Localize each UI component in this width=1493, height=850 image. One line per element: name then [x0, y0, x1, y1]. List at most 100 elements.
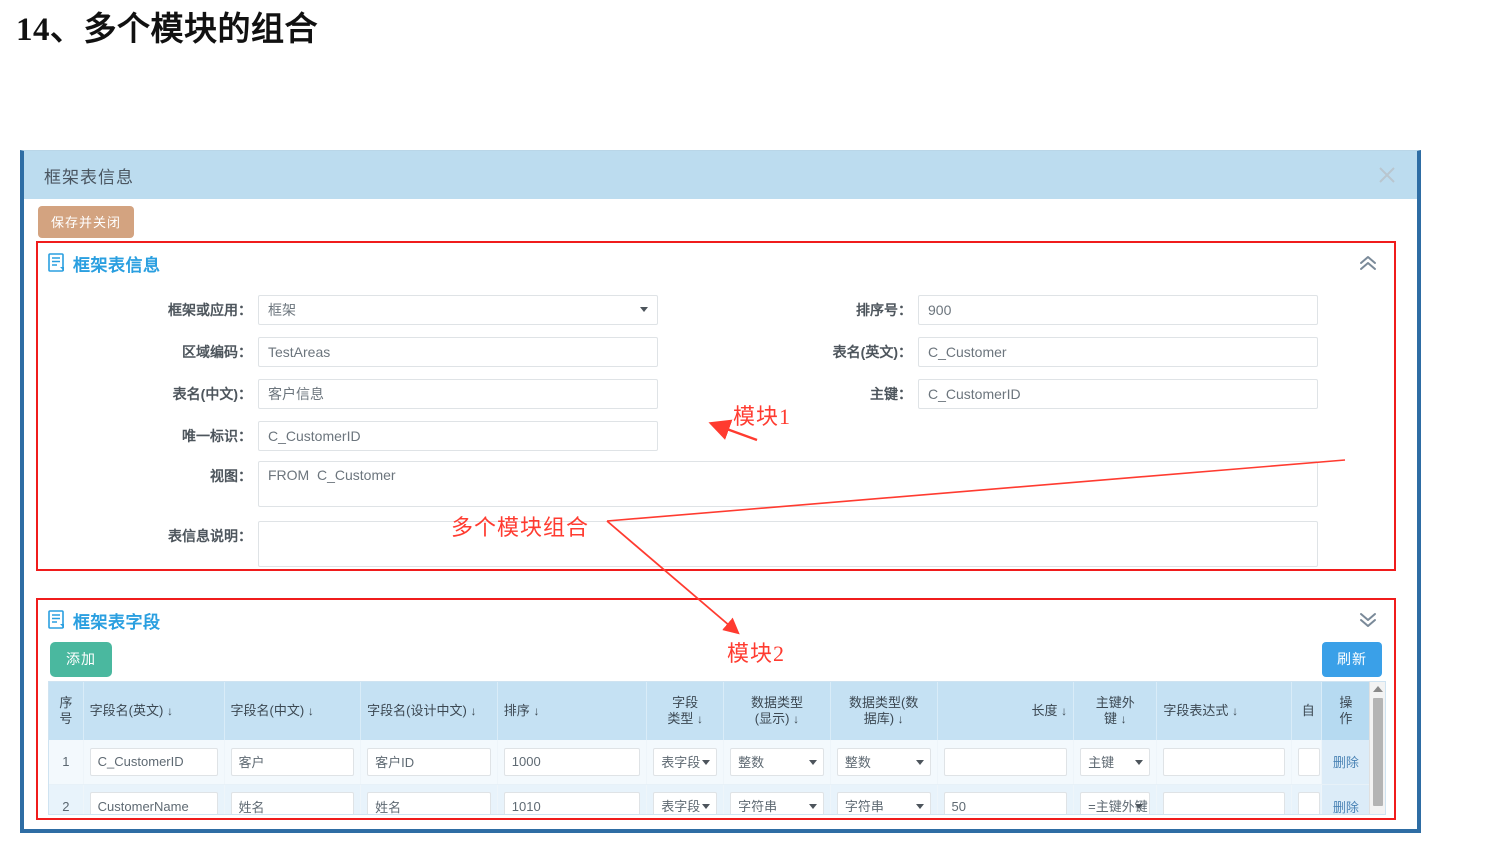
cell-field-type: 表字段	[646, 740, 725, 785]
chevron-down-icon	[702, 804, 711, 809]
row2-expression-input[interactable]	[1163, 792, 1285, 814]
frame-or-app-select[interactable]	[258, 295, 658, 325]
row2-dtype-display-select[interactable]: 字符串	[730, 792, 824, 814]
col-header-expression[interactable]: 字段表达式 ↓	[1156, 682, 1292, 740]
grid-vertical-scrollbar[interactable]	[1369, 682, 1385, 814]
col-header-name-design[interactable]: 字段名(设计中文) ↓	[360, 682, 498, 740]
annotation-module1: 模块1	[733, 404, 792, 429]
row1-auto-input[interactable]	[1297, 747, 1320, 776]
module1-section-header: 框架表信息	[38, 243, 1394, 283]
chevron-double-up-icon[interactable]	[1356, 251, 1380, 275]
cell-dtype-display: 整数	[723, 740, 831, 785]
cell-auto	[1291, 740, 1322, 785]
chevron-down-icon	[808, 804, 817, 809]
col-header-order[interactable]: 排序 ↓	[497, 682, 648, 740]
field-unique-id-label: 唯一标识：	[182, 428, 252, 444]
field-table-name-en-label: 表名(英文)：	[832, 344, 912, 360]
col-header-order-label: 排序	[503, 702, 530, 718]
sort-down-icon: ↓	[1232, 703, 1239, 718]
refresh-button[interactable]: 刷新	[1322, 642, 1382, 677]
row2-name-design-input[interactable]	[367, 792, 491, 814]
row2-dtype-db-select[interactable]: 字符串	[836, 792, 931, 814]
col-header-dtype-display[interactable]: 数据类型 (显示) ↓	[723, 682, 831, 740]
field-order-no-label: 排序号：	[856, 302, 912, 318]
col-header-dtype-db-label: 数据类型(数 据库)	[849, 694, 919, 726]
row2-name-cn-input[interactable]	[230, 792, 355, 814]
sort-down-icon: ↓	[166, 703, 173, 718]
scrollbar-thumb[interactable]	[1373, 698, 1383, 806]
page-title: 14、多个模块的组合	[16, 12, 318, 48]
chevron-down-icon	[702, 759, 711, 765]
field-table-name-en: 表名(英文)：	[698, 337, 1318, 367]
col-header-seq[interactable]: 序 号	[49, 682, 84, 740]
row2-pk-fk-select[interactable]: =主键外键	[1080, 792, 1151, 814]
row2-order-input[interactable]	[503, 792, 641, 814]
dialog-title: 框架表信息	[44, 167, 134, 187]
sort-down-icon: ↓	[470, 703, 477, 718]
row2-length-input[interactable]	[943, 792, 1068, 814]
field-table-desc: 表信息说明：	[38, 521, 1318, 567]
row1-order-input[interactable]	[503, 747, 641, 776]
row1-delete-link[interactable]: 删除	[1333, 755, 1359, 770]
col-header-pk-fk-label: 主键外 键	[1095, 694, 1135, 726]
table-desc-textarea[interactable]	[258, 521, 1318, 567]
cell-name-design	[360, 784, 498, 814]
primary-key-input[interactable]	[918, 379, 1318, 409]
row1-name-en-input[interactable]	[89, 747, 218, 776]
row1-length-input[interactable]	[943, 747, 1068, 776]
col-header-dtype-db[interactable]: 数据类型(数 据库) ↓	[830, 682, 938, 740]
row2-dtype-db-value: 字符串	[844, 799, 884, 814]
col-header-name-en[interactable]: 字段名(英文) ↓	[83, 682, 225, 740]
table-row: 1 表字段 整数 整数 主键 删除	[49, 740, 1372, 785]
row1-name-cn-input[interactable]	[230, 747, 355, 776]
col-header-auto-label: 自	[1301, 702, 1315, 718]
order-no-input[interactable]	[918, 295, 1318, 325]
col-header-operation-label: 操 作	[1339, 694, 1353, 726]
table-name-en-input[interactable]	[918, 337, 1318, 367]
field-order-no: 排序号：	[698, 295, 1318, 325]
row1-field-type-select[interactable]: 表字段	[653, 747, 718, 776]
area-code-input[interactable]	[258, 337, 658, 367]
row2-delete-link[interactable]: 删除	[1333, 800, 1359, 815]
cell-length	[937, 784, 1075, 814]
row2-field-type-select[interactable]: 表字段	[653, 792, 718, 814]
document-icon	[48, 610, 66, 630]
frame-or-app-input[interactable]	[258, 295, 658, 325]
scroll-up-arrow-icon[interactable]	[1372, 686, 1383, 692]
dialog-header: 框架表信息	[24, 151, 1417, 199]
close-icon[interactable]	[1375, 163, 1399, 187]
row1-dtype-db-select[interactable]: 整数	[836, 747, 931, 776]
grid-toolbar-right: 刷新	[1322, 642, 1382, 677]
cell-dtype-db: 字符串	[830, 784, 938, 814]
unique-id-input[interactable]	[258, 421, 658, 451]
row2-auto-input[interactable]	[1297, 792, 1320, 814]
row1-pk-fk-select[interactable]: 主键	[1080, 747, 1151, 776]
col-header-length[interactable]: 长度 ↓	[937, 682, 1075, 740]
cell-name-design	[360, 740, 498, 785]
sort-down-icon: ↓	[793, 712, 800, 726]
add-field-button[interactable]: 添加	[50, 642, 112, 677]
view-textarea[interactable]: FROM C_Customer	[258, 461, 1318, 507]
row1-expression-input[interactable]	[1163, 747, 1285, 776]
chevron-down-icon	[808, 759, 817, 765]
col-header-auto[interactable]: 自	[1291, 682, 1322, 740]
col-header-field-type[interactable]: 字段 类型 ↓	[646, 682, 725, 740]
chevron-double-down-icon[interactable]	[1356, 608, 1380, 632]
col-header-pk-fk[interactable]: 主键外 键 ↓	[1073, 682, 1158, 740]
dialog-toolbar: 保存并关闭	[24, 199, 1417, 241]
document-icon	[48, 253, 66, 273]
field-area-code-label: 区域编码：	[182, 344, 252, 360]
row1-dtype-display-select[interactable]: 整数	[730, 747, 824, 776]
fields-grid: 序 号 字段名(英文) ↓ 字段名(中文) ↓ 字段名(设计中文) ↓ 排序 ↓…	[48, 681, 1386, 815]
table-name-cn-input[interactable]	[258, 379, 658, 409]
row2-name-en-input[interactable]	[89, 792, 218, 814]
row1-field-type-value: 表字段	[661, 754, 701, 770]
cell-expression	[1156, 784, 1292, 814]
module2-title: 框架表字段	[73, 612, 161, 632]
col-header-name-cn[interactable]: 字段名(中文) ↓	[224, 682, 362, 740]
cell-order	[497, 784, 648, 814]
fields-table: 序 号 字段名(英文) ↓ 字段名(中文) ↓ 字段名(设计中文) ↓ 排序 ↓…	[49, 682, 1372, 815]
save-and-close-button[interactable]: 保存并关闭	[38, 206, 135, 238]
row1-name-design-input[interactable]	[367, 747, 491, 776]
sort-down-icon: ↓	[307, 703, 314, 718]
